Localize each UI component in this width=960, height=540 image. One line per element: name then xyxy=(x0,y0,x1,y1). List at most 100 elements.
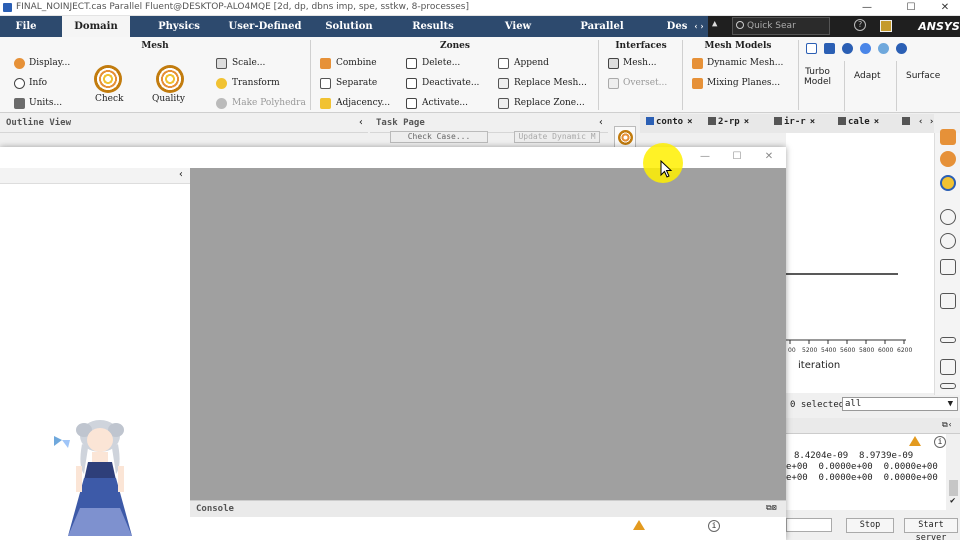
view-eye-icon[interactable] xyxy=(940,209,956,225)
fluent-app-icon xyxy=(3,3,12,12)
slider-icon[interactable] xyxy=(940,337,956,343)
outline-collapse-icon[interactable]: ‹ xyxy=(358,117,364,128)
warning-icon[interactable] xyxy=(909,436,921,446)
moon-icon[interactable] xyxy=(842,43,853,54)
tab-physics[interactable]: Physics xyxy=(148,16,210,37)
x-tick-label: 5200 xyxy=(802,347,818,354)
tab-domain[interactable]: Domain xyxy=(62,16,130,37)
fit-icon[interactable] xyxy=(940,175,956,191)
make-polyhedra-button[interactable]: Make Polyhedra xyxy=(232,98,306,108)
separate-button[interactable]: Separate xyxy=(336,78,377,88)
collapse-ribbon-icon[interactable]: ▲ xyxy=(712,19,717,29)
activate-button[interactable]: Activate... xyxy=(422,98,468,108)
mesh-info-button[interactable]: Info xyxy=(29,78,47,88)
check-button[interactable]: Check xyxy=(95,94,124,104)
quality-icon xyxy=(156,65,184,93)
console-scroll-thumb[interactable] xyxy=(949,480,958,496)
surface-button[interactable]: Surface xyxy=(906,71,940,81)
console-undock-icon[interactable]: ⧉⊠ xyxy=(766,503,777,513)
x-tick-label: 6200 xyxy=(897,347,913,354)
close-tab-icon[interactable]: × xyxy=(744,117,749,127)
interface-mesh-button[interactable]: Mesh... xyxy=(623,58,657,68)
console-float-icon[interactable]: ⧉‹ xyxy=(942,420,953,430)
combine-button[interactable]: Combine xyxy=(336,58,377,68)
view-eye-alt-icon[interactable] xyxy=(940,233,956,249)
quality-button[interactable]: Quality xyxy=(152,94,185,104)
scale-button[interactable]: Scale... xyxy=(232,58,265,68)
check-case-button[interactable]: Check Case... xyxy=(390,131,488,143)
stop-button[interactable]: Stop xyxy=(846,518,894,533)
console-warning-icon[interactable] xyxy=(633,520,645,530)
replace-mesh-button[interactable]: Replace Mesh... xyxy=(514,78,587,88)
tab-scroll-arrows[interactable]: ‹ › xyxy=(690,16,708,37)
rotate-icon[interactable] xyxy=(940,151,956,167)
residual-value: e+00 xyxy=(786,473,808,483)
book-icon[interactable] xyxy=(880,20,892,32)
quick-search-input[interactable]: Quick Sear xyxy=(732,17,830,35)
tab-view[interactable]: View xyxy=(496,16,540,37)
graphics-tab-scroll[interactable]: ‹ › xyxy=(918,117,934,131)
tab-design[interactable]: Des xyxy=(664,16,690,37)
adapt-button[interactable]: Adapt xyxy=(854,71,880,81)
mixing-planes-button[interactable]: Mixing Planes... xyxy=(707,78,780,88)
task-page-collapse-icon[interactable]: ‹ xyxy=(598,117,604,128)
command-input[interactable] xyxy=(786,518,832,532)
close-tab-icon[interactable]: × xyxy=(874,117,879,127)
overset-icon xyxy=(608,78,619,89)
float-maximize-button[interactable]: ☐ xyxy=(724,149,750,165)
turbo-model-button[interactable]: Turbo Model xyxy=(804,67,831,87)
copy-icon[interactable] xyxy=(940,359,956,375)
checkbox-icon[interactable] xyxy=(806,43,817,54)
delete-button[interactable]: Delete... xyxy=(422,58,460,68)
float-close-button[interactable]: ✕ xyxy=(756,149,782,165)
language-icon[interactable] xyxy=(824,43,835,54)
tab-parallel[interactable]: Parallel xyxy=(570,16,634,37)
dynamic-mesh-button[interactable]: Dynamic Mesh... xyxy=(707,58,783,68)
x-tick-label: 5400 xyxy=(821,347,837,354)
graphics-toolbar xyxy=(934,129,960,395)
console-body: i xyxy=(190,517,786,540)
interface-mesh-icon xyxy=(608,58,619,69)
mesh-toolbar-button[interactable] xyxy=(614,126,636,148)
adjacency-button[interactable]: Adjacency... xyxy=(336,98,390,108)
graphics-tab-2rp[interactable]: 2-rp × xyxy=(708,117,749,131)
units-button[interactable]: Units... xyxy=(29,98,62,108)
overset-button[interactable]: Overset... xyxy=(623,78,667,88)
info-icon[interactable]: i xyxy=(934,436,946,448)
tab-file[interactable]: File xyxy=(0,16,52,37)
float-left-collapse-icon[interactable]: ‹ xyxy=(178,169,184,180)
tab-results[interactable]: Results xyxy=(402,16,464,37)
graphics-tab-scale[interactable]: cale × xyxy=(838,117,879,131)
axes-icon[interactable] xyxy=(940,293,956,309)
deactivate-button[interactable]: Deactivate... xyxy=(422,78,479,88)
minimize-button[interactable]: — xyxy=(854,0,880,16)
task-page-title: Task Page xyxy=(376,118,425,128)
transform-button[interactable]: Transform xyxy=(232,78,280,88)
graphics-tab-contour[interactable]: conto × xyxy=(646,117,693,131)
append-button[interactable]: Append xyxy=(514,58,549,68)
update-dynamic-mesh-button[interactable]: Update Dynamic M xyxy=(514,131,600,143)
gear-icon[interactable] xyxy=(896,43,907,54)
selection-filter-dropdown[interactable]: all ▼ xyxy=(842,397,958,411)
layers-icon[interactable] xyxy=(940,129,956,145)
check-mark-icon: ✔ xyxy=(950,496,956,506)
help-icon[interactable]: ? xyxy=(854,19,866,31)
replace-zone-button[interactable]: Replace Zone... xyxy=(514,98,585,108)
x-axis-ticks xyxy=(789,340,905,344)
close-button[interactable]: ✕ xyxy=(932,0,958,16)
float-minimize-button[interactable]: — xyxy=(692,149,718,165)
mesh-display-button[interactable]: Display... xyxy=(29,58,70,68)
slider-alt-icon[interactable] xyxy=(940,383,956,389)
user-icon[interactable] xyxy=(878,43,889,54)
graphics-tab-more[interactable] xyxy=(902,117,912,131)
maximize-button[interactable]: ☐ xyxy=(898,0,924,16)
undo-view-icon[interactable] xyxy=(940,259,956,275)
dots-icon[interactable] xyxy=(860,43,871,54)
close-tab-icon[interactable]: × xyxy=(810,117,815,127)
graphics-tab-ir[interactable]: ir-r × xyxy=(774,117,815,131)
console-info-icon[interactable]: i xyxy=(708,520,720,532)
tab-user-defined[interactable]: User-Defined xyxy=(222,16,308,37)
close-tab-icon[interactable]: × xyxy=(687,117,692,127)
tab-solution[interactable]: Solution xyxy=(318,16,380,37)
start-server-button[interactable]: Start server xyxy=(904,518,958,540)
